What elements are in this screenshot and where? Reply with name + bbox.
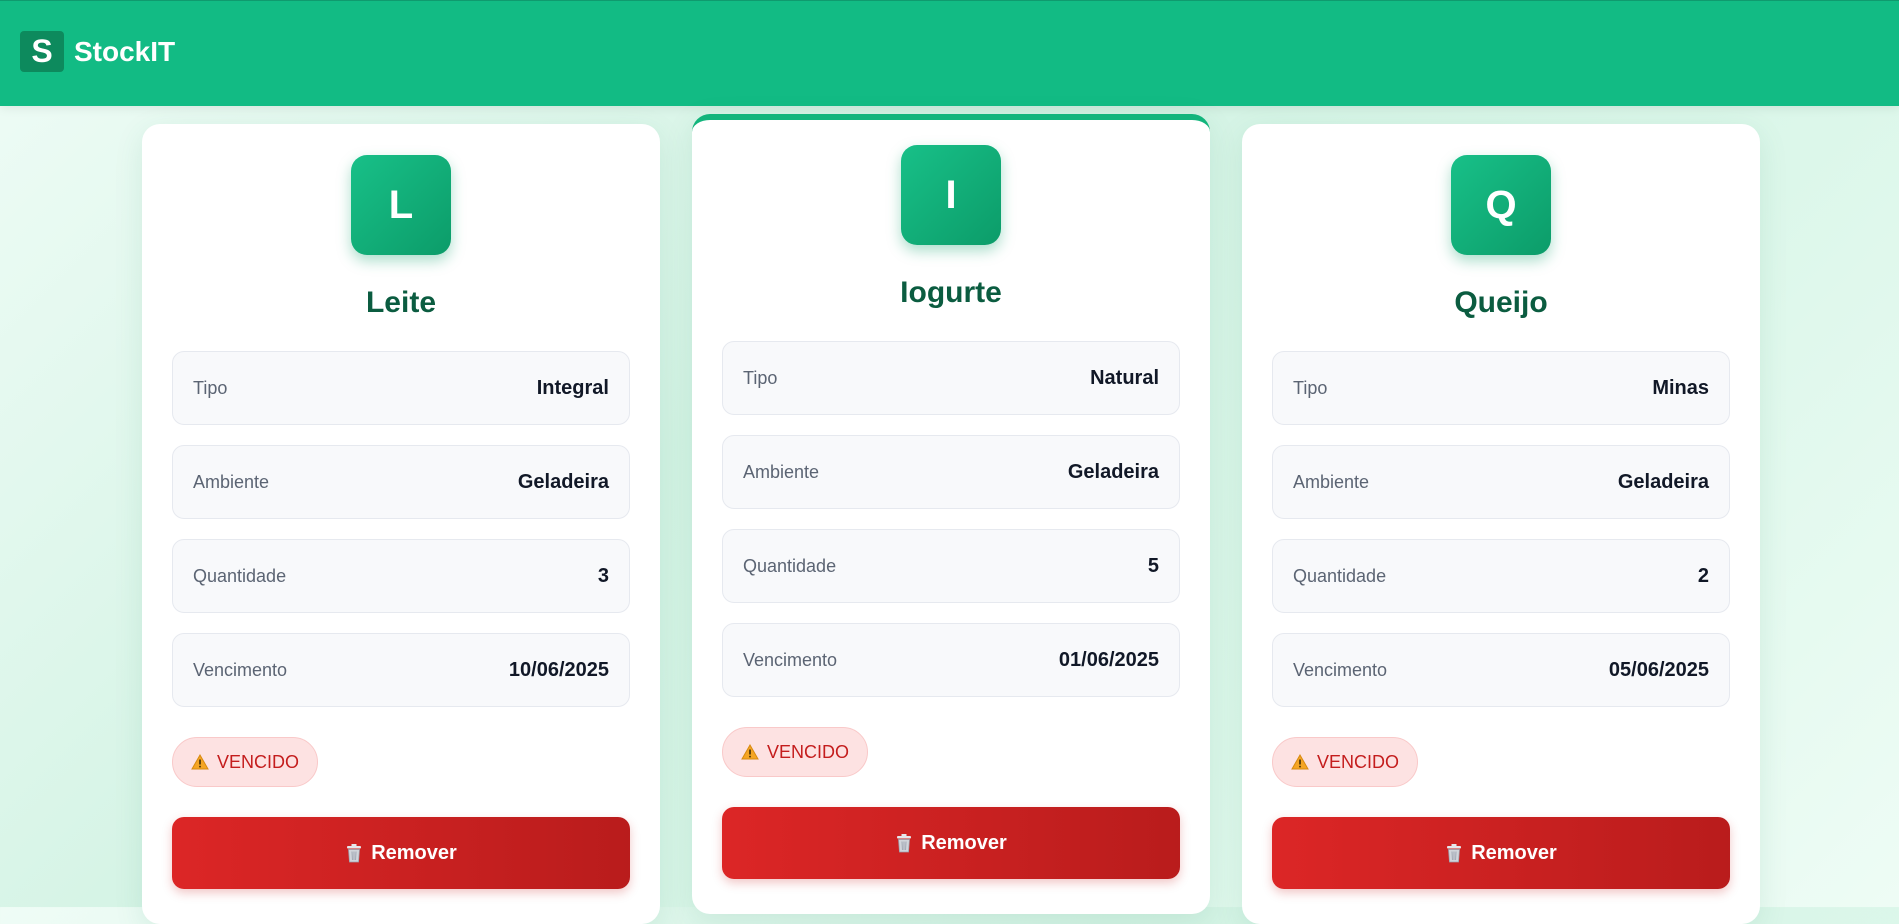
info-value: Minas (1652, 352, 1709, 424)
warning-icon (191, 754, 209, 770)
info-value: Geladeira (1618, 446, 1709, 518)
remove-button[interactable]: Remover (722, 807, 1180, 879)
trash-icon (895, 833, 913, 853)
info-value: 05/06/2025 (1609, 634, 1709, 706)
info-label: Ambiente (1293, 446, 1369, 518)
remove-label: Remover (921, 832, 1007, 855)
info-row-quantidade: Quantidade 5 (722, 529, 1180, 603)
info-label: Quantidade (193, 540, 286, 612)
logo-icon[interactable]: S (20, 31, 64, 72)
info-value: Integral (537, 352, 609, 424)
info-label: Vencimento (1293, 634, 1387, 706)
product-initial-avatar: Q (1451, 155, 1551, 255)
product-name: Leite (142, 286, 660, 320)
info-value: 3 (598, 540, 609, 612)
info-value: 2 (1698, 540, 1709, 612)
trash-icon (345, 843, 363, 863)
product-card: L Leite Tipo Integral Ambiente Geladeira… (142, 124, 660, 924)
status-text: VENCIDO (217, 738, 299, 786)
remove-label: Remover (1471, 842, 1557, 865)
product-card: Q Queijo Tipo Minas Ambiente Geladeira Q… (1242, 124, 1760, 924)
warning-icon (741, 744, 759, 760)
status-text: VENCIDO (767, 728, 849, 776)
info-value: Natural (1090, 342, 1159, 414)
product-card: I Iogurte Tipo Natural Ambiente Geladeir… (692, 114, 1210, 914)
remove-button[interactable]: Remover (1272, 817, 1730, 889)
app-title[interactable]: StockIT (74, 36, 175, 68)
info-label: Ambiente (743, 436, 819, 508)
status-badge: VENCIDO (722, 727, 868, 777)
info-label: Tipo (1293, 352, 1327, 424)
product-initial-avatar: I (901, 145, 1001, 245)
top-navbar: S StockIT (0, 0, 1899, 106)
info-value: 01/06/2025 (1059, 624, 1159, 696)
trash-icon (1445, 843, 1463, 863)
info-value: Geladeira (518, 446, 609, 518)
info-row-quantidade: Quantidade 2 (1272, 539, 1730, 613)
info-row-quantidade: Quantidade 3 (172, 539, 630, 613)
info-value: 5 (1148, 530, 1159, 602)
status-badge: VENCIDO (1272, 737, 1418, 787)
info-row-vencimento: Vencimento 01/06/2025 (722, 623, 1180, 697)
product-name: Iogurte (692, 276, 1210, 310)
info-row-ambiente: Ambiente Geladeira (1272, 445, 1730, 519)
info-label: Quantidade (743, 530, 836, 602)
info-label: Tipo (193, 352, 227, 424)
info-row-vencimento: Vencimento 05/06/2025 (1272, 633, 1730, 707)
info-value: Geladeira (1068, 436, 1159, 508)
status-badge: VENCIDO (172, 737, 318, 787)
info-label: Vencimento (193, 634, 287, 706)
info-value: 10/06/2025 (509, 634, 609, 706)
info-row-ambiente: Ambiente Geladeira (722, 435, 1180, 509)
info-row-tipo: Tipo Minas (1272, 351, 1730, 425)
info-label: Ambiente (193, 446, 269, 518)
remove-label: Remover (371, 842, 457, 865)
info-label: Tipo (743, 342, 777, 414)
remove-button[interactable]: Remover (172, 817, 630, 889)
info-row-vencimento: Vencimento 10/06/2025 (172, 633, 630, 707)
info-label: Vencimento (743, 624, 837, 696)
warning-icon (1291, 754, 1309, 770)
product-initial-avatar: L (351, 155, 451, 255)
info-row-tipo: Tipo Natural (722, 341, 1180, 415)
status-text: VENCIDO (1317, 738, 1399, 786)
info-row-tipo: Tipo Integral (172, 351, 630, 425)
info-label: Quantidade (1293, 540, 1386, 612)
info-row-ambiente: Ambiente Geladeira (172, 445, 630, 519)
product-name: Queijo (1242, 286, 1760, 320)
